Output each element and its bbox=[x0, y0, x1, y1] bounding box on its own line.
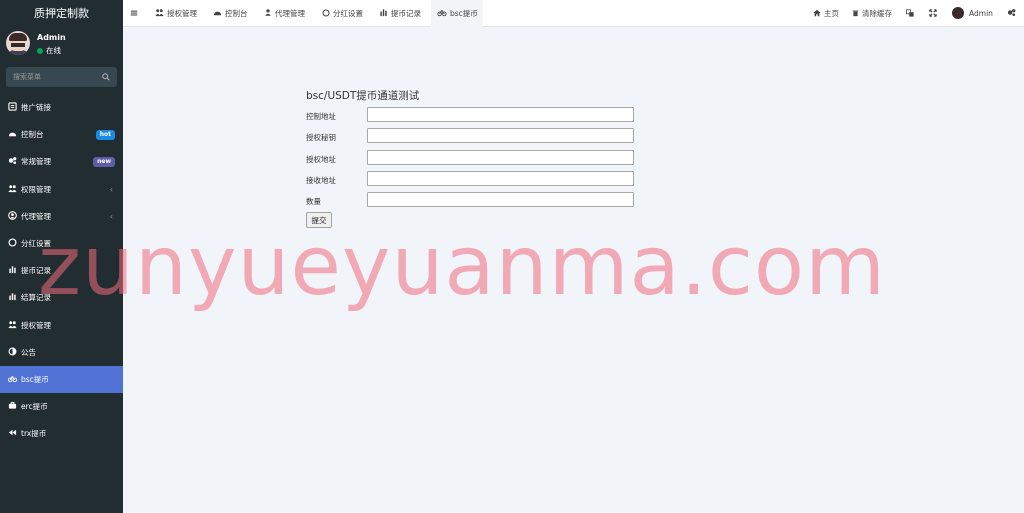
sidebar-item-erc-withdraw[interactable]: erc提币 bbox=[0, 393, 123, 420]
online-dot-icon bbox=[37, 48, 43, 54]
form-row-receive-address: 接收地址 bbox=[306, 170, 636, 191]
receive-address-label: 接收地址 bbox=[306, 175, 336, 185]
home-button[interactable]: 主页 bbox=[813, 0, 839, 27]
topbar: 授权管理 控制台 代理管理 分红设置 提币记录 bsc提币 主页 清除缓存 Ad… bbox=[123, 0, 1024, 27]
fullscreen-icon[interactable] bbox=[929, 0, 940, 27]
auth-address-input[interactable] bbox=[367, 149, 634, 165]
users-icon bbox=[8, 184, 17, 192]
clear-cache-button[interactable]: 清除缓存 bbox=[852, 0, 892, 27]
list-icon bbox=[8, 102, 17, 111]
form-title: bsc/USDT提币通道测试 bbox=[306, 90, 420, 102]
circle-icon bbox=[8, 238, 17, 247]
briefcase-icon bbox=[8, 401, 17, 409]
auth-key-label: 授权秘钥 bbox=[306, 133, 336, 143]
sidebar-item-bsc-withdraw[interactable]: bsc提币 bbox=[0, 365, 123, 394]
chevron-left-icon: ‹ bbox=[109, 184, 113, 194]
tab-withdraw-records[interactable]: 提币记录 bbox=[379, 0, 421, 27]
tab-agents[interactable]: 代理管理 bbox=[264, 0, 305, 27]
bicycle-icon bbox=[8, 375, 17, 382]
bar-chart-icon bbox=[9, 293, 16, 301]
form-row-amount: 数量 bbox=[306, 191, 636, 212]
control-address-label: 控制地址 bbox=[306, 112, 336, 121]
menu-toggle-icon[interactable] bbox=[130, 0, 141, 27]
avatar bbox=[952, 7, 964, 19]
sidebar-item-general[interactable]: 常规管理 new bbox=[0, 148, 123, 175]
tab-dashboard[interactable]: 控制台 bbox=[213, 0, 248, 27]
circle-icon bbox=[322, 9, 330, 17]
new-badge: new bbox=[93, 157, 115, 168]
user-icon bbox=[265, 9, 271, 16]
cogs-icon bbox=[8, 157, 17, 165]
backward-icon bbox=[8, 430, 17, 436]
admin-menu[interactable]: Admin bbox=[952, 0, 993, 27]
sidebar-item-authorization[interactable]: 授权管理 bbox=[0, 312, 123, 339]
user-name: Admin bbox=[37, 33, 66, 42]
bar-chart-icon bbox=[380, 9, 387, 17]
auth-address-label: 授权地址 bbox=[306, 154, 336, 164]
search-icon[interactable] bbox=[102, 73, 110, 81]
sidebar-item-dashboard[interactable]: 控制台 hot bbox=[0, 121, 123, 148]
dashboard-icon bbox=[8, 132, 17, 137]
sidebar-item-promo-link[interactable]: 推广链接 bbox=[0, 94, 123, 121]
translate-icon[interactable] bbox=[906, 0, 917, 27]
auth-key-input[interactable] bbox=[367, 128, 634, 144]
users-icon bbox=[155, 9, 164, 17]
adjust-icon bbox=[8, 347, 17, 356]
user-status: 在线 bbox=[37, 45, 61, 56]
bicycle-icon bbox=[437, 9, 447, 17]
user-circle-icon bbox=[8, 210, 17, 220]
dashboard-icon bbox=[213, 11, 222, 16]
tab-dividend[interactable]: 分红设置 bbox=[322, 0, 363, 27]
form-row-auth-key: 授权秘钥 bbox=[306, 127, 636, 148]
control-address-input[interactable] bbox=[367, 107, 634, 122]
search-input[interactable] bbox=[6, 67, 94, 87]
sidebar-search bbox=[6, 67, 117, 87]
home-icon bbox=[813, 9, 821, 17]
settings-icon[interactable] bbox=[1007, 0, 1019, 27]
form-row-control-address: 控制地址 bbox=[306, 106, 636, 127]
bar-chart-icon bbox=[9, 266, 16, 274]
sidebar-item-trx-withdraw[interactable]: trx提币 bbox=[0, 420, 123, 447]
form-row-auth-address: 授权地址 bbox=[306, 149, 636, 170]
trash-icon bbox=[852, 10, 859, 17]
watermark: zunyueyuanma.com bbox=[38, 219, 886, 314]
withdraw-form: bsc/USDT提币通道测试 控制地址 授权秘钥 授权地址 接收地址 数量 提交 bbox=[306, 88, 636, 228]
users-icon bbox=[8, 320, 17, 328]
receive-address-input[interactable] bbox=[367, 170, 634, 186]
sidebar-item-announcement[interactable]: 公告 bbox=[0, 339, 123, 366]
tab-bsc-withdraw[interactable]: bsc提币 bbox=[431, 0, 483, 27]
amount-input[interactable] bbox=[367, 192, 634, 208]
hot-badge: hot bbox=[95, 130, 115, 141]
avatar bbox=[6, 31, 30, 55]
tab-authorization[interactable]: 授权管理 bbox=[155, 0, 197, 27]
amount-label: 数量 bbox=[306, 197, 321, 207]
sidebar-item-permissions[interactable]: 权限管理 ‹ bbox=[0, 176, 123, 203]
user-panel: Admin 在线 bbox=[0, 27, 123, 64]
brand-title[interactable]: 质押定制款 bbox=[0, 0, 123, 27]
